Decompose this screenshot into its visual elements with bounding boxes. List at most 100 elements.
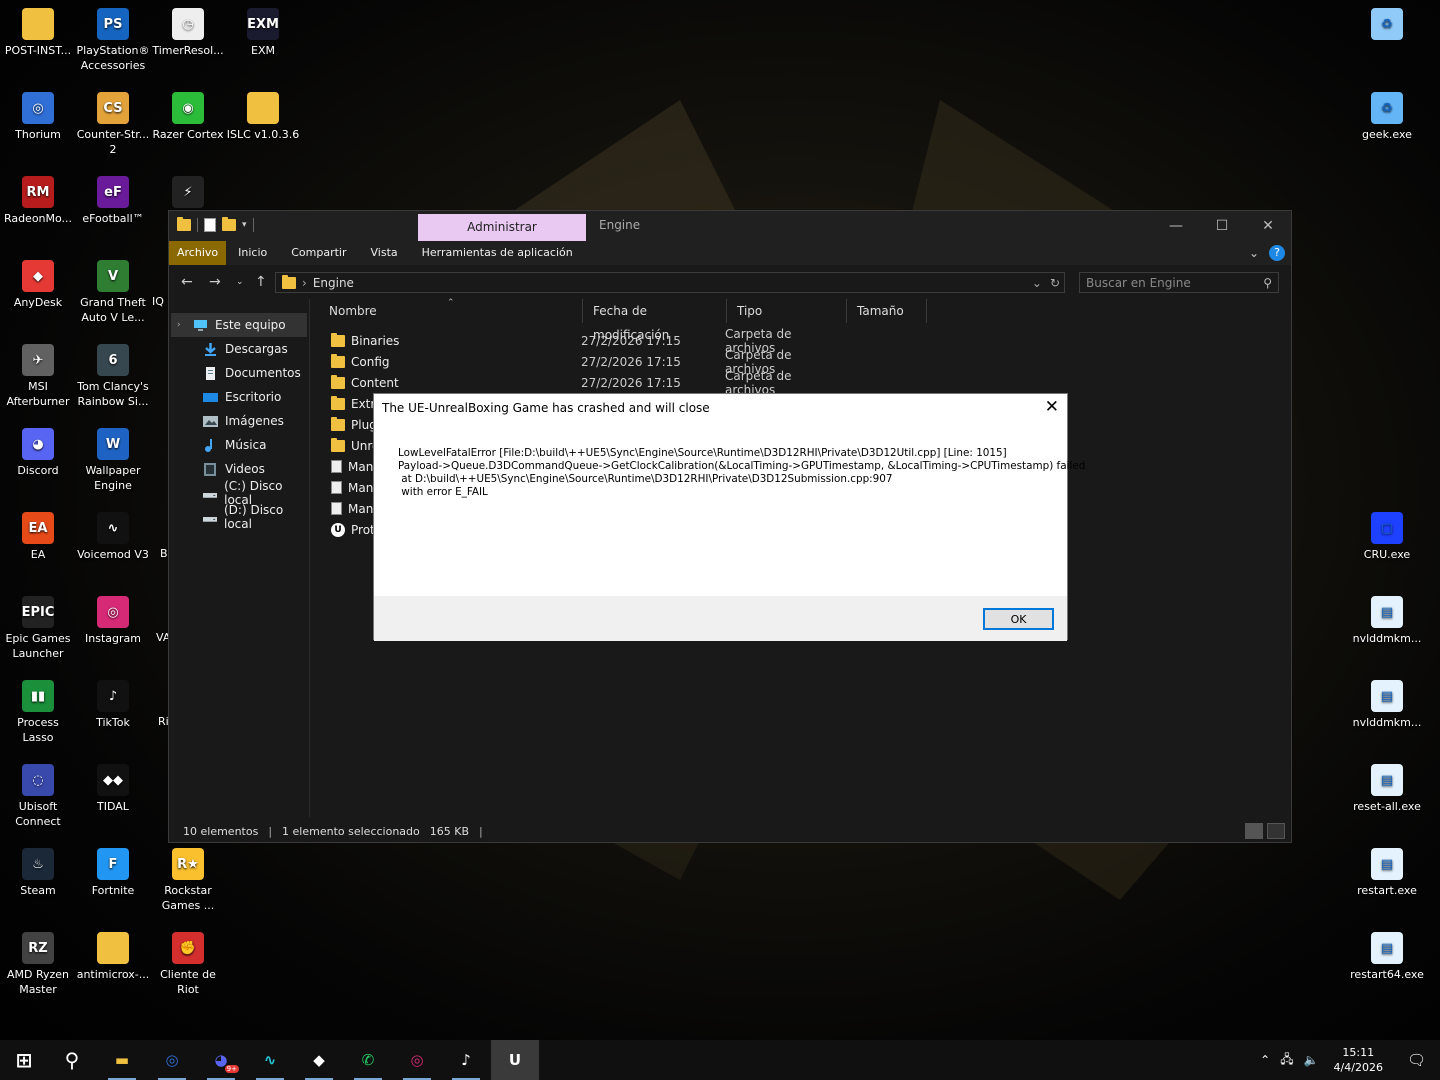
expand-ribbon-icon[interactable]: ⌄ (1249, 246, 1259, 260)
close-button[interactable]: ✕ (1245, 211, 1291, 241)
nav-disco-d[interactable]: (D:) Disco local (169, 503, 309, 531)
search-input[interactable] (1086, 275, 1264, 290)
desktop-icon-anydesk[interactable]: ◆ AnyDesk (0, 260, 76, 310)
taskbar-tidal-button[interactable]: ◆ (295, 1040, 343, 1080)
taskbar-tiktok-button[interactable]: ♪ (442, 1040, 490, 1080)
taskbar-explorer-button[interactable]: ▬ (98, 1040, 146, 1080)
file-row[interactable]: Content 27/2/2026 17:15 Carpeta de archivo… (319, 369, 1289, 397)
clock[interactable]: 15:11 4/4/2026 (1324, 1045, 1393, 1075)
tab-administrar[interactable]: Administrar (418, 214, 586, 241)
tab-inicio[interactable]: Inicio (226, 241, 279, 265)
desktop-icon-instagram[interactable]: ◎ Instagram (75, 596, 151, 646)
desktop-icon-nvlddmkm2[interactable]: ▤ nvlddmkm... (1349, 680, 1425, 730)
desktop-icon-epic-games[interactable]: EPIC Epic Games Launcher (0, 596, 76, 661)
desktop-icon-razer-cortex[interactable]: ◉ Razer Cortex (150, 92, 226, 142)
desktop-icon-geek[interactable]: ♻ geek.exe (1349, 92, 1425, 142)
properties-icon[interactable] (204, 218, 216, 232)
recent-chevron-icon[interactable]: ⌄ (236, 277, 244, 287)
new-folder-icon[interactable] (222, 217, 236, 231)
forward-arrow-icon[interactable]: → (209, 274, 221, 290)
network-icon[interactable]: 🖧 (1275, 1050, 1298, 1071)
desktop-icon-post-install[interactable]: POST-INST... (0, 8, 76, 58)
dialog-close-button[interactable]: ✕ (1045, 397, 1059, 417)
back-arrow-icon[interactable]: ← (181, 274, 193, 290)
nav-descargas[interactable]: Descargas (169, 337, 309, 361)
desktop-icon-tiktok[interactable]: ♪ TikTok (75, 680, 151, 730)
nav-disco-c[interactable]: (C:) Disco local (169, 479, 309, 507)
refresh-icon[interactable]: ↻ (1050, 276, 1060, 290)
expand-chevron-icon[interactable]: › (177, 320, 181, 330)
ok-button[interactable]: OK (983, 608, 1054, 630)
taskbar-instagram-button[interactable]: ◎ (393, 1040, 441, 1080)
desktop-icon-gta[interactable]: V Grand Theft Auto V Le... (75, 260, 151, 325)
taskbar-voicemod-button[interactable]: ∿ (246, 1040, 294, 1080)
taskbar-whatsapp-button[interactable]: ✆ (344, 1040, 392, 1080)
desktop-icon-restart64[interactable]: ▤ restart64.exe (1349, 932, 1425, 982)
column-nombre[interactable]: Nombre ⌃ (319, 298, 583, 323)
desktop-icon-cru[interactable]: ▢ CRU.exe (1349, 512, 1425, 562)
desktop-icon-steam[interactable]: ♨ Steam (0, 848, 76, 898)
large-icons-view-button[interactable] (1267, 823, 1285, 839)
desktop-icon-reset-all[interactable]: ▤ reset-all.exe (1349, 764, 1425, 814)
volume-icon[interactable]: 🔈 (1299, 1053, 1324, 1067)
desktop-icon-restart[interactable]: ▤ restart.exe (1349, 848, 1425, 898)
tab-vista[interactable]: Vista (359, 241, 410, 265)
tab-herramientas[interactable]: Herramientas de aplicación (410, 241, 585, 265)
desktop-icon-playstation[interactable]: PS PlayStation® Accessories (75, 8, 151, 73)
taskbar-thorium-button[interactable]: ◎ (148, 1040, 196, 1080)
desktop-icon-nvlddmkm1[interactable]: ▤ nvlddmkm... (1349, 596, 1425, 646)
tab-archivo[interactable]: Archivo (169, 241, 227, 265)
details-view-button[interactable] (1245, 823, 1263, 839)
desktop-icon-fortnite[interactable]: F Fortnite (75, 848, 151, 898)
desktop-icon-efootball[interactable]: eF eFootball™ (75, 176, 151, 226)
desktop-icon-riot[interactable]: ✊ Cliente de Riot (150, 932, 226, 997)
desktop-icon-ubisoft[interactable]: ◌ Ubisoft Connect (0, 764, 76, 829)
search-icon[interactable]: ⚲ (1263, 276, 1272, 290)
desktop-icon-exm[interactable]: EXM EXM (225, 8, 301, 58)
pane-divider[interactable] (309, 299, 310, 817)
column-tipo[interactable]: Tipo (727, 299, 847, 323)
desktop-icon-discord[interactable]: ◕ Discord (0, 428, 76, 478)
folder-icon[interactable] (177, 217, 191, 231)
help-icon[interactable]: ? (1269, 245, 1285, 261)
nav-musica[interactable]: Música (169, 433, 309, 457)
desktop-icon-counter-strike[interactable]: CS Counter-Str... 2 (75, 92, 151, 157)
desktop-icon-thorium[interactable]: ◎ Thorium (0, 92, 76, 142)
up-arrow-icon[interactable]: ↑ (255, 274, 267, 290)
desktop-icon-process-lasso[interactable]: ▮▮ Process Lasso (0, 680, 76, 745)
chevron-up-icon[interactable]: ⌃ (1255, 1053, 1275, 1067)
crash-dialog[interactable]: The UE-UnrealBoxing Game has crashed and… (373, 393, 1085, 641)
chevron-down-icon[interactable]: ▾ (242, 220, 247, 230)
desktop-icon-rockstar[interactable]: R★ Rockstar Games ... (150, 848, 226, 913)
desktop-icon-antimicrox[interactable]: antimicrox-... (75, 932, 151, 982)
taskbar-discord-button[interactable]: ◕ 9+ (197, 1040, 245, 1080)
nav-documentos[interactable]: Documentos (169, 361, 309, 385)
taskbar-unreal-button[interactable]: U (491, 1040, 539, 1080)
nav-imagenes[interactable]: Imágenes (169, 409, 309, 433)
desktop-icon-ryzen-master[interactable]: RZ AMD Ryzen Master (0, 932, 76, 997)
address-bar[interactable]: › Engine ⌄ ↻ (275, 272, 1065, 293)
title-bar[interactable]: ▾ Administrar Engine — ☐ ✕ (169, 211, 1291, 241)
maximize-button[interactable]: ☐ (1199, 211, 1245, 241)
tab-compartir[interactable]: Compartir (279, 241, 358, 265)
nav-este-equipo[interactable]: › Este equipo (171, 313, 307, 337)
address-dropdown-icon[interactable]: ⌄ (1032, 276, 1042, 290)
desktop-icon-msi-afterburner[interactable]: ✈ MSI Afterburner (0, 344, 76, 409)
breadcrumb-chevron-icon[interactable]: › (302, 276, 307, 290)
nav-videos[interactable]: Videos (169, 457, 309, 481)
desktop-icon-recycle-bin[interactable]: ♻ (1349, 8, 1425, 43)
desktop-icon-islc[interactable]: ISLC v1.0.3.6 (225, 92, 301, 142)
taskbar-search-button[interactable]: ⚲ (48, 1040, 96, 1080)
desktop-icon-tidal[interactable]: ◆◆ TIDAL (75, 764, 151, 814)
breadcrumb[interactable]: Engine (313, 276, 354, 290)
desktop-icon-rainbow-six[interactable]: 6 Tom Clancy's Rainbow Si... (75, 344, 151, 409)
nav-escritorio[interactable]: Escritorio (169, 385, 309, 409)
desktop-icon-wallpaper-engine[interactable]: W Wallpaper Engine (75, 428, 151, 493)
minimize-button[interactable]: — (1153, 211, 1199, 241)
column-tamano[interactable]: Tamaño (847, 299, 927, 323)
desktop-icon-voicemod[interactable]: ∿ Voicemod V3 (75, 512, 151, 562)
taskbar-start-button[interactable]: ⊞ (0, 1040, 48, 1080)
desktop-icon-radeon[interactable]: RM RadeonMo... (0, 176, 76, 226)
column-fecha[interactable]: Fecha de modificación (583, 299, 727, 342)
desktop-icon-timerresol[interactable]: ◷ TimerResol... (150, 8, 226, 58)
